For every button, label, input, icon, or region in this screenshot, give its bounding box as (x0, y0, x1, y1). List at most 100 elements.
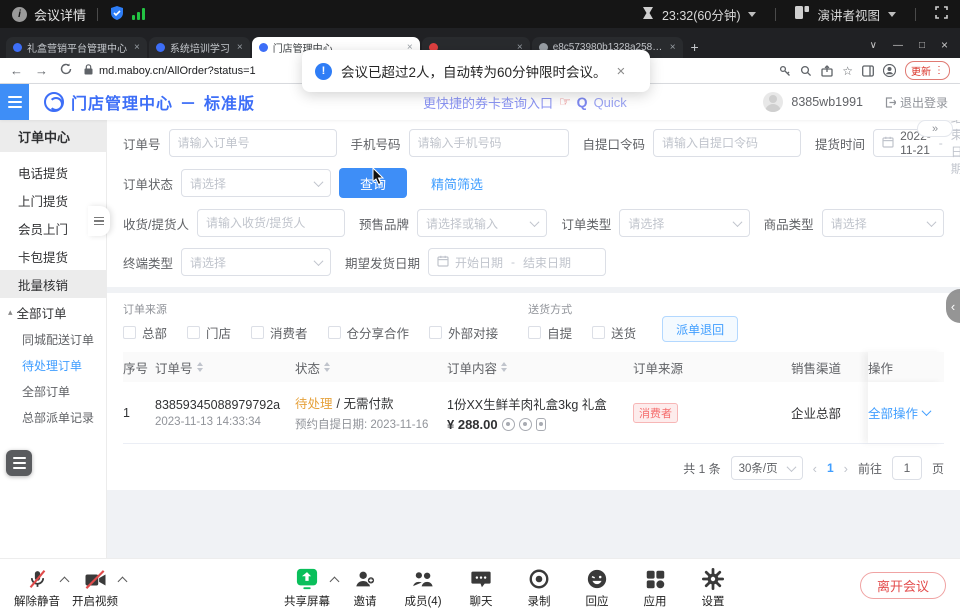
checkbox-icon[interactable] (123, 326, 136, 339)
next-page-icon[interactable]: › (844, 461, 848, 476)
checkbox-icon[interactable] (251, 326, 264, 339)
order-status-select[interactable]: 请选择 (181, 169, 331, 197)
checkbox-icon[interactable] (328, 326, 341, 339)
meeting-details-label[interactable]: 会议详情 (34, 5, 86, 24)
sort-icon[interactable] (501, 362, 507, 372)
quick-label[interactable]: Quick (594, 95, 627, 110)
quick-search-icon[interactable]: Q (577, 94, 588, 110)
checkbox-hq[interactable]: 总部 (123, 323, 167, 342)
back-icon[interactable]: ← (10, 63, 23, 78)
pickup-code-input[interactable] (653, 129, 801, 157)
toast-message: 会议已超过2人，自动转为60分钟限时会议。 (341, 61, 607, 81)
window-minimize-icon[interactable]: — (893, 40, 903, 51)
sidebar-item-card-pickup[interactable]: 卡包提货 (0, 242, 106, 270)
page-size-select[interactable]: 30条/页 (731, 456, 803, 480)
forward-icon[interactable]: → (35, 63, 48, 78)
logout-button[interactable]: 退出登录 (885, 94, 948, 111)
user-avatar[interactable] (763, 92, 783, 112)
window-maximize-icon[interactable]: □ (919, 40, 925, 51)
timer-dropdown-icon[interactable] (748, 12, 756, 17)
hourglass-icon (642, 6, 654, 23)
order-type-select[interactable]: 请选择 (619, 209, 749, 237)
browser-menu-icon[interactable]: ⋮ (934, 65, 944, 76)
checkbox-icon[interactable] (187, 326, 200, 339)
order-no-input[interactable] (169, 129, 337, 157)
start-video-button[interactable]: 开启视频 (66, 566, 124, 609)
sidebar-item-all-orders[interactable]: 全部订单 (0, 378, 106, 404)
prev-page-icon[interactable]: ‹ (813, 461, 817, 476)
sidebar-item-phone-pickup[interactable]: 电话提货 (0, 158, 106, 186)
col-source: 订单来源 (633, 358, 683, 377)
meeting-info-icon[interactable]: i (12, 7, 27, 22)
checkbox-external[interactable]: 外部对接 (429, 323, 498, 342)
checkbox-icon[interactable] (429, 326, 442, 339)
key-icon[interactable] (779, 65, 791, 77)
browser-tab-2[interactable]: 系统培训学习 × (149, 37, 250, 58)
receiver-input[interactable] (197, 209, 345, 237)
share-screen-button[interactable]: 共享屏幕 (278, 566, 336, 609)
current-page[interactable]: 1 (827, 461, 834, 475)
video-options-chevron[interactable] (118, 577, 128, 587)
leave-meeting-button[interactable]: 离开会议 (860, 572, 946, 599)
checkbox-warehouse-coop[interactable]: 仓分享合作 (328, 323, 410, 342)
side-panel-icon[interactable] (862, 65, 874, 77)
goto-page-input[interactable]: 1 (892, 456, 922, 480)
sidebar-item-pending-orders[interactable]: 待处理订单 (0, 352, 106, 378)
unmute-button[interactable]: 解除静音 (8, 566, 66, 609)
presale-brand-select[interactable]: 请选择或输入 (417, 209, 547, 237)
sidebar-item-hq-dispatch-log[interactable]: 总部派单记录 (0, 404, 106, 430)
view-dropdown-icon[interactable] (888, 12, 896, 17)
row-action-dropdown[interactable]: 全部操作 (868, 403, 930, 422)
view-mode-label[interactable]: 演讲者视图 (817, 5, 880, 24)
sidebar-collapse-button[interactable] (0, 84, 29, 120)
sort-icon[interactable] (324, 362, 330, 372)
checkbox-icon[interactable] (528, 326, 541, 339)
bookmark-star-icon[interactable]: ☆ (842, 64, 853, 78)
shield-check-icon[interactable] (109, 5, 125, 24)
screen: i 会议详情 23:32(60分钟) 演讲者视图 (0, 0, 960, 610)
members-button[interactable]: 成员(4) (394, 566, 452, 609)
collapse-filters-button[interactable]: » (917, 120, 953, 137)
share-icon[interactable] (821, 65, 833, 77)
zoom-icon[interactable] (800, 65, 812, 77)
checkbox-icon[interactable] (592, 326, 605, 339)
record-button[interactable]: 录制 (510, 566, 568, 609)
simple-filter-link[interactable]: 精简筛选 (431, 174, 483, 193)
reaction-smiley-icon (586, 568, 608, 590)
apps-button[interactable]: 应用 (626, 566, 684, 609)
group-expand-icon[interactable]: ▴ (8, 307, 13, 318)
toast-close-icon[interactable]: × (617, 63, 626, 80)
checkbox-self-pickup[interactable]: 自提 (528, 323, 572, 342)
invite-button[interactable]: 邀请 (336, 566, 394, 609)
tab-close-icon[interactable]: × (670, 42, 676, 53)
settings-button[interactable]: 设置 (684, 566, 742, 609)
coupon-query-link[interactable]: 更快捷的券卡查询入口 (423, 93, 553, 112)
checkbox-delivery[interactable]: 送货 (592, 323, 636, 342)
chat-button[interactable]: 聊天 (452, 566, 510, 609)
phone-input[interactable] (409, 129, 569, 157)
expect-date-range[interactable]: 开始日期 - 结束日期 (428, 248, 606, 276)
tab-close-icon[interactable]: × (134, 42, 140, 53)
dispatch-return-button[interactable]: 派单退回 (662, 316, 738, 342)
sidebar-drag-handle[interactable] (88, 206, 110, 236)
goods-type-select[interactable]: 请选择 (822, 209, 944, 237)
sidebar-item-city-delivery[interactable]: 同城配送订单 (0, 326, 106, 352)
meeting-toolbar-button[interactable] (6, 450, 32, 476)
checkbox-consumer[interactable]: 消费者 (251, 323, 308, 342)
new-tab-button[interactable]: + (691, 39, 699, 55)
tab-close-icon[interactable]: × (237, 42, 243, 53)
reactions-button[interactable]: 回应 (568, 566, 626, 609)
fullscreen-icon[interactable] (935, 6, 948, 22)
refresh-icon[interactable] (60, 63, 72, 78)
browser-update-button[interactable]: 更新 ⋮ (905, 61, 950, 80)
sidebar-item-batch-verify[interactable]: 批量核销 (0, 270, 106, 298)
sidebar-group-all-orders[interactable]: ▴ 全部订单 (0, 298, 106, 326)
network-signal-icon[interactable] (132, 8, 145, 20)
sort-icon[interactable] (197, 362, 203, 372)
profile-icon[interactable] (883, 64, 896, 77)
terminal-type-select[interactable]: 请选择 (181, 248, 331, 276)
window-close-icon[interactable]: × (941, 38, 948, 52)
browser-tab-1[interactable]: 礼盒营销平台管理中心 × (6, 37, 147, 58)
checkbox-store[interactable]: 门店 (187, 323, 231, 342)
tab-search-icon[interactable]: ∨ (870, 40, 877, 51)
